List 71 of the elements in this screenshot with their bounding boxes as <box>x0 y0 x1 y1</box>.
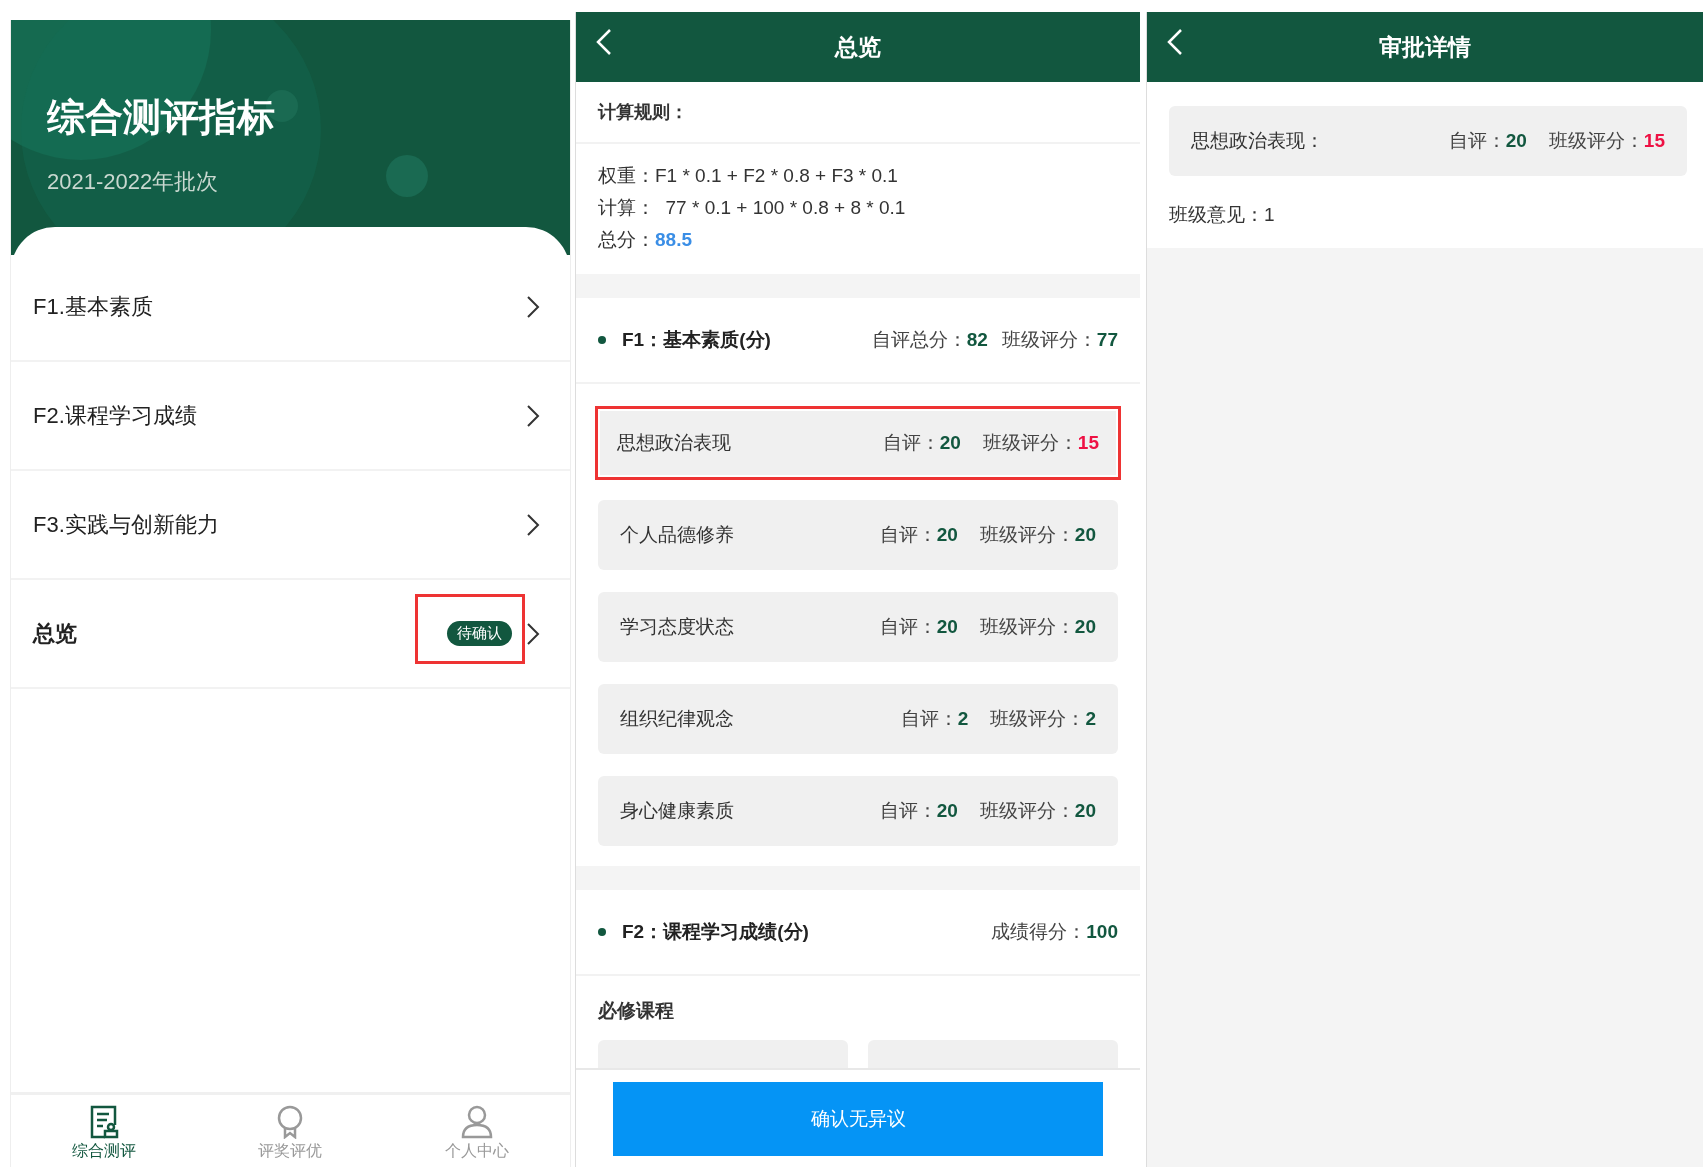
course-heading: 必修课程 <box>597 999 675 1023</box>
self-score-value: 20 <box>939 432 961 454</box>
item-name: 个人品德修养 <box>620 523 734 547</box>
stat-value: 82 <box>966 329 988 351</box>
chevron-icon <box>526 294 540 319</box>
menu-item[interactable]: F1.基本素质 <box>11 253 570 362</box>
class-score-label: 班级评分： <box>982 431 1078 455</box>
chevron-icon <box>526 403 540 428</box>
class-score-value: 20 <box>1074 524 1096 546</box>
self-score-value: 20 <box>936 800 958 822</box>
menu-item[interactable]: 总览 待确认 <box>11 580 570 689</box>
stat-value: 100 <box>1086 921 1118 943</box>
back-icon <box>1167 28 1183 56</box>
class-score-value: 20 <box>1074 616 1096 638</box>
class-score-label: 班级评分： <box>979 523 1075 547</box>
self-score-value: 2 <box>957 708 969 730</box>
status-badge: 待确认 <box>447 621 512 646</box>
section-title: F2：课程学习成绩(分) <box>622 920 809 944</box>
stat-value: 77 <box>1096 329 1118 351</box>
nav-tab[interactable]: 综合测评 <box>11 1095 198 1167</box>
self-score-label: 自评： <box>1448 129 1506 153</box>
total-label: 总分： <box>598 229 655 250</box>
document-stamp-icon <box>89 1105 120 1139</box>
item-name: 思想政治表现 <box>617 431 731 455</box>
self-score-value: 20 <box>936 616 958 638</box>
menu-item[interactable]: F3.实践与创新能力 <box>11 471 570 580</box>
class-score-label: 班级评分： <box>1548 129 1644 153</box>
item-name: 组织纪律观念 <box>620 707 734 731</box>
chevron-icon <box>526 621 540 646</box>
item-name: 学习态度状态 <box>620 615 734 639</box>
class-score-value: 15 <box>1077 432 1099 454</box>
self-score-value: 20 <box>1505 130 1527 152</box>
self-score-value: 20 <box>936 524 958 546</box>
menu-item-label: F3.实践与创新能力 <box>33 510 220 539</box>
back-icon <box>596 28 612 56</box>
self-score-label: 自评： <box>900 707 958 731</box>
section-title: F1：基本素质(分) <box>622 328 771 352</box>
class-score-label: 班级评分： <box>979 615 1075 639</box>
item-name: 身心健康素质 <box>620 799 734 823</box>
formula-line: 权重：F1 * 0.1 + F2 * 0.8 + F3 * 0.1 <box>598 165 898 186</box>
class-score-value: 15 <box>1643 130 1665 152</box>
stat-label: 班级评分： <box>1001 328 1097 352</box>
bullet-dot <box>598 336 606 344</box>
class-score-value: 2 <box>1085 708 1096 730</box>
batch-subtitle: 2021-2022年批次 <box>47 168 219 196</box>
menu-item-label: F1.基本素质 <box>33 292 154 321</box>
menu-item-label: 总览 <box>33 619 78 648</box>
back-button[interactable] <box>596 28 612 56</box>
user-icon <box>459 1105 494 1139</box>
class-score-value: 20 <box>1074 800 1096 822</box>
nav-title: 审批详情 <box>1379 32 1471 62</box>
self-score-label: 自评： <box>879 799 937 823</box>
chevron-icon <box>526 512 540 537</box>
item-name: 思想政治表现： <box>1191 129 1324 153</box>
class-score-label: 班级评分： <box>990 707 1086 731</box>
page-title: 综合测评指标 <box>47 95 275 140</box>
class-comment: 班级意见：1 <box>1169 204 1275 225</box>
self-score-label: 自评： <box>879 523 937 547</box>
bullet-dot <box>598 928 606 936</box>
self-score-label: 自评： <box>882 431 940 455</box>
nav-title: 总览 <box>835 32 881 62</box>
total-value: 88.5 <box>655 229 692 250</box>
stat-label: 自评总分： <box>871 328 967 352</box>
stat-label: 成绩得分： <box>991 920 1087 944</box>
rules-heading: 计算规则： <box>576 82 1140 144</box>
formula-line: 计算： 77 * 0.1 + 100 * 0.8 + 8 * 0.1 <box>598 197 906 218</box>
class-score-label: 班级评分： <box>979 799 1075 823</box>
self-score-label: 自评： <box>879 615 937 639</box>
menu-item-label: F2.课程学习成绩 <box>33 401 198 430</box>
menu-item[interactable]: F2.课程学习成绩 <box>11 362 570 471</box>
back-button[interactable] <box>1167 28 1183 56</box>
